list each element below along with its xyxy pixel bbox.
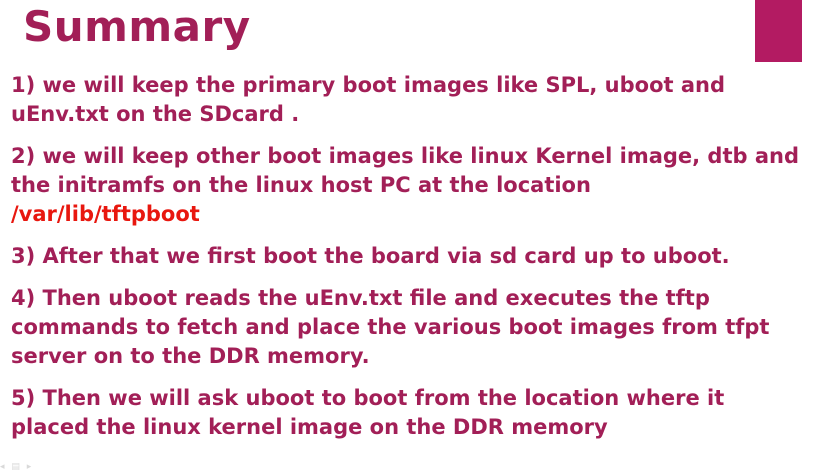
list-item-text: 5) Then we will ask uboot to boot from t… <box>11 386 725 439</box>
slide: Summary 1) we will keep the primary boot… <box>0 0 815 473</box>
summary-list: 1) we will keep the primary boot images … <box>11 71 806 455</box>
tftpboot-path: /var/lib/tftpboot <box>11 202 200 226</box>
slide-controls-icon: ◂ ▤ ▸ <box>0 462 34 472</box>
list-item: 1) we will keep the primary boot images … <box>11 71 806 129</box>
list-item: 4) Then uboot reads the uEnv.txt file an… <box>11 284 806 371</box>
list-item: 2) we will keep other boot images like l… <box>11 142 806 229</box>
slide-title: Summary <box>23 2 251 51</box>
list-item: 5) Then we will ask uboot to boot from t… <box>11 384 806 442</box>
list-item: 3) After that we first boot the board vi… <box>11 242 806 271</box>
list-item-text: 3) After that we first boot the board vi… <box>11 244 730 268</box>
list-item-text: 1) we will keep the primary boot images … <box>11 73 725 126</box>
accent-square <box>755 0 802 62</box>
list-item-text: 2) we will keep other boot images like l… <box>11 144 800 197</box>
list-item-text: 4) Then uboot reads the uEnv.txt file an… <box>11 286 770 368</box>
